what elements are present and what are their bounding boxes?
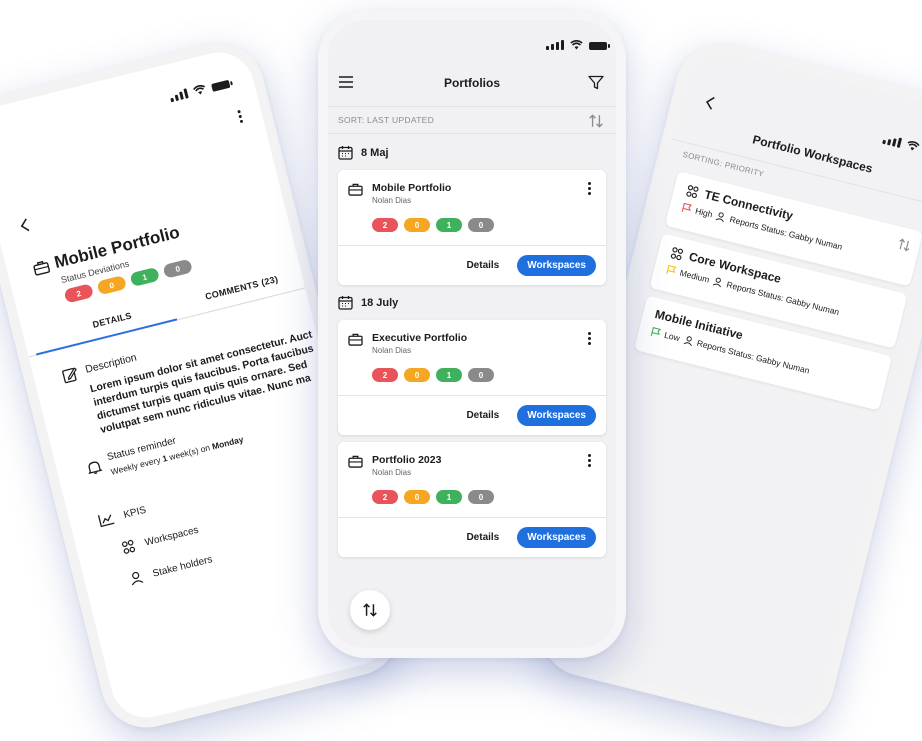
edit-icon bbox=[62, 367, 77, 384]
priority-label: Low bbox=[663, 329, 681, 344]
briefcase-icon bbox=[33, 260, 51, 276]
workspaces-button[interactable]: Workspaces bbox=[517, 255, 596, 276]
workspaces-icon bbox=[670, 246, 684, 260]
status-pills: 2 0 1 0 bbox=[372, 490, 494, 504]
pill-orange: 0 bbox=[404, 490, 430, 504]
wifi-icon bbox=[193, 84, 206, 95]
portfolio-card[interactable]: Mobile Portfolio Nolan Dias 2 0 1 0 Deta… bbox=[338, 170, 606, 285]
signal-icon bbox=[546, 40, 564, 50]
sort-icon bbox=[363, 603, 377, 617]
priority-label: High bbox=[694, 205, 714, 220]
pill-gray: 0 bbox=[468, 490, 494, 504]
workspaces-icon bbox=[686, 184, 699, 198]
portfolio-card[interactable]: Portfolio 2023 Nolan Dias 2 0 1 0 Detail… bbox=[338, 442, 606, 557]
workspaces-item[interactable]: Workspaces bbox=[120, 523, 200, 556]
priority-label: Medium bbox=[678, 267, 711, 285]
calendar-icon bbox=[338, 296, 353, 310]
page-title: Portfolios bbox=[444, 76, 500, 90]
sort-label: SORT: LAST UPDATED bbox=[338, 115, 435, 125]
signal-icon bbox=[169, 88, 189, 103]
more-options-icon[interactable] bbox=[588, 454, 592, 467]
status-pills: 2 0 1 0 bbox=[372, 368, 494, 382]
hamburger-menu-icon[interactable] bbox=[338, 75, 354, 89]
calendar-icon bbox=[338, 146, 353, 160]
portfolio-owner: Nolan Dias bbox=[372, 346, 412, 355]
pill-gray: 0 bbox=[468, 218, 494, 232]
description-body: Lorem ipsum dolor sit amet consectetur. … bbox=[89, 327, 324, 437]
workspaces-label: Workspaces bbox=[143, 524, 200, 549]
portfolio-card[interactable]: Executive Portfolio Nolan Dias 2 0 1 0 D… bbox=[338, 320, 606, 435]
more-options-icon[interactable] bbox=[588, 182, 592, 195]
workspaces-button[interactable]: Workspaces bbox=[517, 405, 596, 426]
pill-orange: 0 bbox=[96, 274, 128, 296]
pill-red: 2 bbox=[372, 490, 398, 504]
wifi-icon bbox=[907, 140, 920, 151]
sort-fab-button[interactable] bbox=[350, 590, 390, 630]
pill-orange: 0 bbox=[404, 368, 430, 382]
status-bar bbox=[546, 40, 610, 50]
briefcase-icon bbox=[348, 333, 363, 346]
person-icon bbox=[712, 277, 722, 288]
sort-bar[interactable]: SORT: LAST UPDATED bbox=[328, 106, 616, 134]
flag-icon bbox=[666, 264, 677, 274]
bell-icon bbox=[88, 461, 103, 475]
chart-icon bbox=[97, 514, 115, 528]
workspaces-icon bbox=[121, 539, 136, 554]
status-bar bbox=[882, 134, 922, 158]
stakeholders-item[interactable]: Stake holders bbox=[128, 552, 214, 586]
details-button[interactable]: Details bbox=[466, 532, 499, 543]
portfolio-name: Executive Portfolio bbox=[372, 332, 468, 344]
person-icon bbox=[131, 571, 144, 586]
date-label: 8 Maj bbox=[361, 146, 389, 159]
pill-orange: 0 bbox=[404, 218, 430, 232]
flag-icon bbox=[681, 202, 693, 212]
stakeholders-label: Stake holders bbox=[151, 553, 214, 580]
pill-green: 1 bbox=[436, 490, 462, 504]
battery-icon bbox=[589, 42, 610, 50]
date-group-header: 18 July bbox=[338, 295, 398, 310]
center-phone-mockup: Portfolios SORT: LAST UPDATED 8 Maj Mobi… bbox=[318, 10, 626, 658]
pill-green: 1 bbox=[129, 266, 161, 288]
briefcase-icon bbox=[348, 455, 363, 468]
details-button[interactable]: Details bbox=[466, 410, 499, 421]
app-header: Portfolios bbox=[328, 60, 616, 106]
kpis-label: KPIS bbox=[122, 504, 148, 521]
pill-red: 2 bbox=[372, 218, 398, 232]
signal-icon bbox=[882, 134, 903, 148]
portfolio-owner: Nolan Dias bbox=[372, 468, 412, 477]
reminder-number: 1 bbox=[161, 453, 169, 464]
pill-red: 2 bbox=[372, 368, 398, 382]
back-arrow-icon[interactable] bbox=[702, 94, 718, 112]
status-pills: 2 0 1 0 bbox=[372, 218, 494, 232]
portfolio-name: Portfolio 2023 bbox=[372, 454, 442, 466]
person-icon bbox=[716, 212, 725, 223]
pill-green: 1 bbox=[436, 218, 462, 232]
wifi-icon bbox=[570, 40, 583, 50]
center-screen: Portfolios SORT: LAST UPDATED 8 Maj Mobi… bbox=[328, 20, 616, 648]
filter-icon[interactable] bbox=[588, 75, 604, 90]
pill-gray: 0 bbox=[162, 258, 194, 279]
briefcase-icon bbox=[348, 183, 363, 196]
person-icon bbox=[683, 336, 692, 346]
tab-details[interactable]: DETAILS bbox=[92, 310, 133, 329]
status-bar bbox=[169, 78, 231, 103]
details-button[interactable]: Details bbox=[466, 260, 499, 271]
date-group-header: 8 Maj bbox=[338, 145, 389, 160]
sort-icon[interactable] bbox=[896, 236, 913, 253]
kpis-item[interactable]: KPIS bbox=[97, 503, 148, 528]
workspaces-button[interactable]: Workspaces bbox=[517, 527, 596, 548]
portfolio-name: Mobile Portfolio bbox=[372, 182, 452, 194]
portfolio-owner: Nolan Dias bbox=[372, 196, 412, 205]
date-label: 18 July bbox=[361, 296, 399, 309]
pill-red: 2 bbox=[63, 283, 95, 304]
pill-gray: 0 bbox=[468, 368, 494, 382]
overflow-menu-icon[interactable] bbox=[237, 109, 244, 124]
sort-icon[interactable] bbox=[588, 113, 604, 129]
more-options-icon[interactable] bbox=[588, 332, 592, 345]
pill-green: 1 bbox=[436, 368, 462, 382]
reminder-day: Monday bbox=[210, 434, 245, 452]
battery-icon bbox=[211, 79, 231, 92]
back-arrow-icon[interactable] bbox=[17, 216, 33, 234]
flag-icon bbox=[650, 327, 662, 337]
